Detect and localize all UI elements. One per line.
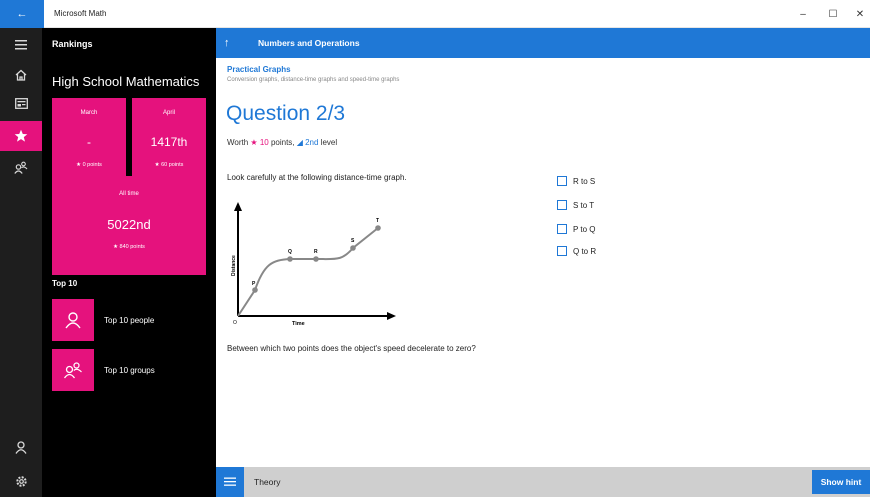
top10-groups-label[interactable]: Top 10 groups — [104, 366, 155, 375]
top10-groups-button[interactable] — [52, 349, 94, 391]
theory-label[interactable]: Theory — [254, 467, 280, 497]
settings-button[interactable] — [0, 466, 42, 496]
topic-header-bar: ↑ Numbers and Operations — [216, 28, 870, 58]
question-prompt: Look carefully at the following distance… — [227, 173, 407, 182]
point-s — [350, 245, 356, 251]
home-button[interactable] — [0, 60, 42, 90]
worth-suffix: level — [318, 138, 338, 147]
answer-checkbox[interactable] — [557, 200, 567, 210]
point-label-r: R — [314, 249, 318, 255]
point-label-t: T — [376, 218, 379, 224]
level-value: ◢ 2nd — [296, 138, 319, 147]
home-icon — [15, 69, 27, 81]
arrow-left-icon: ← — [16, 8, 28, 20]
x-axis-label: Time — [292, 321, 305, 327]
close-button[interactable]: ✕ — [845, 0, 870, 28]
answer-label[interactable]: Q to R — [573, 247, 596, 256]
maximize-button[interactable]: ☐ — [818, 0, 848, 28]
question-title: Question 2/3 — [226, 102, 346, 125]
theory-button[interactable] — [216, 467, 244, 497]
y-axis-arrow — [234, 202, 242, 211]
answer-label[interactable]: S to T — [573, 201, 594, 210]
top10-people-button[interactable] — [52, 299, 94, 341]
person-icon — [65, 312, 81, 329]
point-q — [287, 256, 293, 262]
question-text: Between which two points does the object… — [227, 344, 476, 353]
tile-points: ★ 60 points — [154, 162, 184, 168]
point-label-q: Q — [288, 249, 292, 255]
answer-option[interactable]: S to T — [557, 198, 594, 212]
answer-checkbox[interactable] — [557, 224, 567, 234]
settings-icon — [15, 475, 27, 487]
rankings-button[interactable] — [0, 121, 42, 151]
answer-option[interactable]: P to Q — [557, 222, 596, 236]
point-p — [252, 287, 258, 293]
top10-header: Top 10 — [52, 279, 78, 288]
rankings-panel: Rankings High School Mathematics March -… — [42, 28, 216, 497]
top10-people-label[interactable]: Top 10 people — [104, 316, 154, 325]
tile-points: ★ 840 points — [113, 244, 145, 250]
x-axis-arrow — [387, 312, 396, 320]
origin-label: O — [233, 320, 237, 326]
tile-label: All time — [119, 191, 139, 197]
worth-line: Worth ★ 10 points, ◢ 2nd level — [227, 138, 337, 147]
tile-label: April — [162, 110, 175, 116]
window-title: Microsoft Math — [54, 9, 107, 18]
distance-time-graph: Distance Time O P Q R S T — [231, 202, 396, 327]
y-axis-label: Distance — [231, 255, 237, 276]
topic-title: Practical Graphs — [227, 65, 291, 74]
graph-curve — [237, 227, 379, 317]
all-time-tile[interactable]: All time 5022nd ★ 840 points — [52, 176, 206, 275]
hamburger-icon — [15, 40, 27, 50]
point-t — [375, 225, 381, 231]
hamburger-button[interactable] — [0, 30, 42, 60]
tile-value: 1417th — [150, 135, 188, 149]
answer-label[interactable]: P to Q — [573, 225, 596, 234]
topic-subtitle: Conversion graphs, distance-time graphs … — [227, 77, 400, 83]
answer-option[interactable]: Q to R — [557, 244, 596, 258]
document-icon — [224, 477, 236, 486]
tile-label: March — [80, 110, 98, 116]
account-button[interactable] — [0, 432, 42, 462]
topic-header-title: Numbers and Operations — [258, 38, 360, 48]
title-bar: ← Microsoft Math – ☐ ✕ — [0, 0, 870, 28]
worth-prefix: Worth — [227, 138, 251, 147]
subject-title: High School Mathematics — [52, 74, 200, 89]
groups-icon — [63, 362, 82, 379]
person-icon — [15, 440, 27, 454]
news-button[interactable] — [0, 88, 42, 118]
point-r — [313, 256, 319, 262]
points-value: ★ 10 — [250, 138, 269, 147]
main-content: ↑ Numbers and Operations Practical Graph… — [216, 28, 870, 497]
groups-button[interactable] — [0, 152, 42, 182]
point-label-s: S — [351, 238, 355, 244]
app-window: ← Microsoft Math – ☐ ✕ Rankings High Sch… — [0, 0, 870, 497]
tile-value: 5022nd — [107, 217, 151, 232]
back-button[interactable]: ← — [0, 0, 44, 28]
rankings-header: Rankings — [52, 39, 93, 49]
up-arrow-icon[interactable]: ↑ — [224, 28, 230, 58]
tile-points: ★ 0 points — [76, 162, 102, 168]
nav-rail — [0, 28, 42, 497]
minimize-button[interactable]: – — [788, 0, 818, 28]
answer-option[interactable]: R to S — [557, 174, 595, 188]
groups-icon — [14, 161, 28, 174]
worth-mid: points, — [268, 138, 297, 147]
tile-value: - — [87, 135, 91, 149]
answer-label[interactable]: R to S — [573, 177, 595, 186]
star-icon — [14, 129, 28, 142]
answer-checkbox[interactable] — [557, 246, 567, 256]
bottom-bar: Theory Show hint — [216, 467, 870, 497]
answer-checkbox[interactable] — [557, 176, 567, 186]
news-icon — [14, 97, 28, 109]
show-hint-button[interactable]: Show hint — [812, 470, 870, 494]
